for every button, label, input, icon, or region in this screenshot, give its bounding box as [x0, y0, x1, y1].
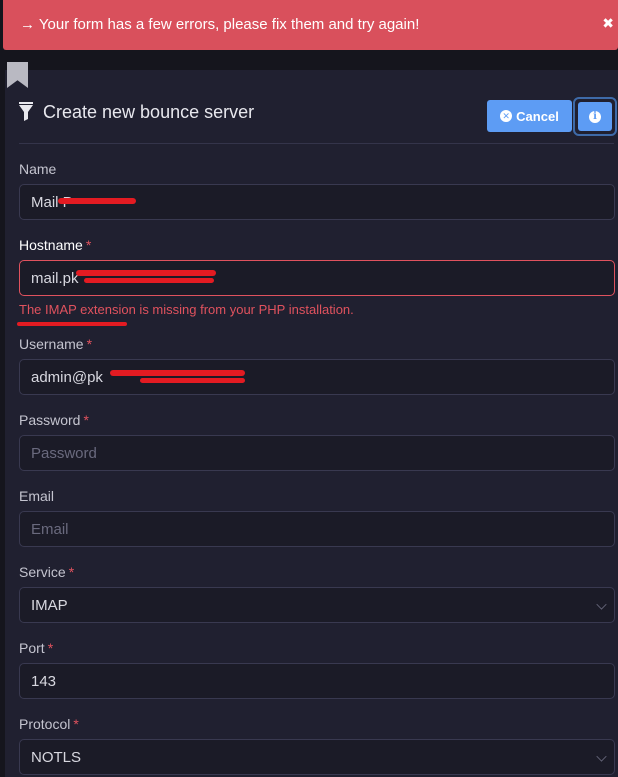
required-mark: *	[68, 564, 75, 580]
password-label: Password *	[19, 412, 89, 428]
underline-mark	[17, 322, 127, 326]
chevron-down-icon	[596, 599, 607, 610]
redaction-mark	[76, 270, 216, 276]
alert-message: → Your form has a few errors, please fix…	[20, 16, 420, 33]
required-mark: *	[85, 237, 92, 253]
username-label: Username *	[19, 336, 92, 352]
hostname-error: The IMAP extension is missing from your …	[19, 302, 354, 317]
required-mark: *	[47, 640, 54, 656]
error-alert: → Your form has a few errors, please fix…	[3, 0, 618, 50]
service-label-text: Service	[19, 564, 66, 580]
redaction-mark	[140, 378, 245, 383]
username-label-text: Username	[19, 336, 84, 352]
service-value: IMAP	[31, 596, 68, 614]
protocol-value: NOTLS	[31, 748, 82, 766]
port-value: 143	[31, 672, 57, 690]
page-title: Create new bounce server	[19, 100, 254, 124]
email-label-text: Email	[19, 488, 55, 504]
info-button-focus-ring: i	[573, 97, 617, 136]
close-icon[interactable]: ✖	[602, 15, 614, 32]
port-label: Port *	[19, 640, 53, 656]
required-mark: *	[86, 336, 93, 352]
page: → Your form has a few errors, please fix…	[0, 0, 618, 777]
info-icon: i	[589, 110, 601, 123]
username-input[interactable]: admin@pk	[19, 359, 615, 395]
protocol-label: Protocol *	[19, 716, 79, 732]
info-button[interactable]: i	[578, 102, 612, 131]
password-input[interactable]: Password	[19, 435, 615, 471]
port-input[interactable]: 143	[19, 663, 615, 699]
email-label: Email	[19, 488, 54, 504]
name-label: Name	[19, 161, 56, 177]
hostname-label: Hostname *	[19, 237, 91, 253]
header-divider	[19, 143, 614, 144]
redaction-mark	[58, 198, 136, 204]
username-value: admin@pk	[31, 368, 103, 386]
cancel-circle-icon: ✕	[500, 110, 513, 122]
redaction-mark	[84, 278, 214, 283]
page-title-text: Create new bounce server	[43, 101, 255, 122]
required-mark: *	[73, 716, 79, 732]
cancel-button-label: Cancel	[516, 108, 559, 124]
email-input[interactable]: Email	[19, 511, 615, 547]
protocol-label-text: Protocol	[19, 716, 71, 732]
chevron-down-icon	[596, 751, 607, 762]
cancel-button[interactable]: ✕ Cancel	[487, 100, 572, 132]
protocol-select[interactable]: NOTLS	[19, 739, 615, 775]
hostname-label-text: Hostname	[19, 237, 83, 253]
password-label-text: Password	[19, 412, 81, 428]
hostname-value: mail.pk	[31, 269, 79, 287]
email-placeholder: Email	[31, 520, 69, 538]
name-label-text: Name	[19, 161, 57, 177]
filter-icon	[19, 102, 37, 122]
password-placeholder: Password	[31, 444, 97, 462]
port-label-text: Port	[19, 640, 45, 656]
redaction-mark	[110, 370, 245, 376]
required-mark: *	[83, 412, 89, 428]
service-label: Service *	[19, 564, 74, 580]
service-select[interactable]: IMAP	[19, 587, 615, 623]
